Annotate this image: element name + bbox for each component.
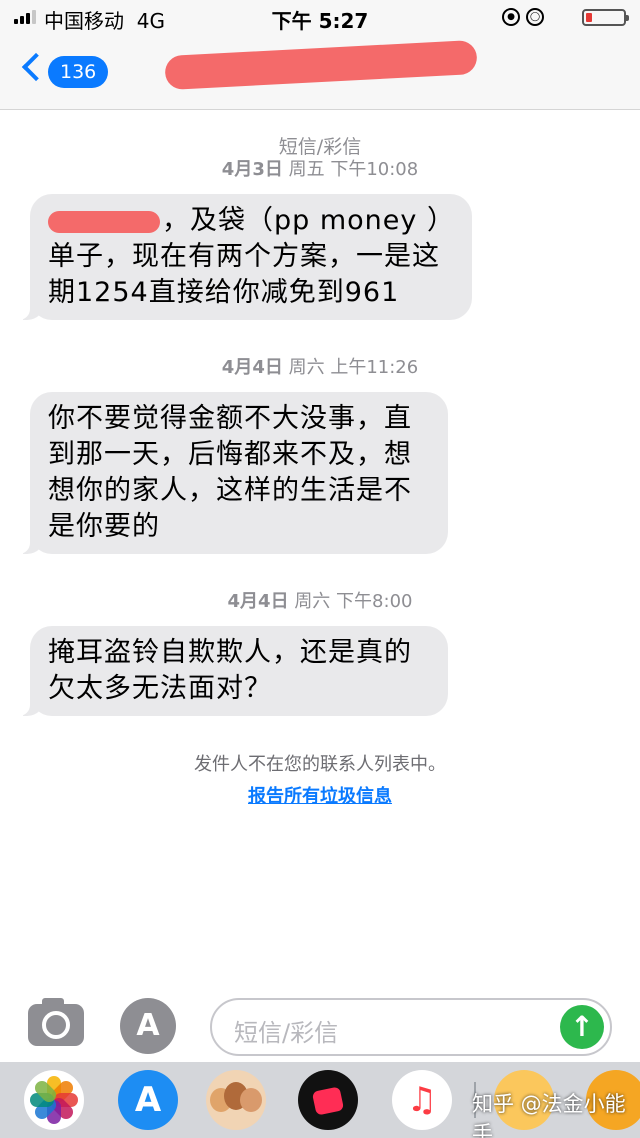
not-in-contacts-notice: 发件人不在您的联系人列表中。 bbox=[194, 754, 446, 775]
app-store-button[interactable]: A bbox=[120, 998, 176, 1054]
camera-icon bbox=[42, 1011, 70, 1039]
redacted-contact-title[interactable] bbox=[164, 39, 478, 91]
message-text: 你不要觉得金额不大没事，直到那一天，后悔都来不及，想想你的家人，这样的生活是不是… bbox=[48, 403, 412, 542]
nav-bar: 136 bbox=[0, 34, 640, 110]
message-input[interactable]: 短信/彩信 ↑ bbox=[210, 998, 612, 1056]
memoji-icon[interactable] bbox=[206, 1070, 266, 1130]
digital-touch-icon[interactable] bbox=[298, 1070, 358, 1130]
message-timestamp: 4月4日 周六 下午8:00 bbox=[227, 591, 413, 612]
app-store-icon[interactable]: A bbox=[118, 1070, 178, 1130]
battery-icon bbox=[582, 9, 629, 26]
compose-bar: A 短信/彩信 ↑ bbox=[0, 992, 640, 1062]
message-input-placeholder: 短信/彩信 bbox=[234, 1019, 339, 1047]
back-chevron-icon[interactable] bbox=[21, 52, 51, 82]
message-bubble[interactable]: ，及袋（pp money ）单子，现在有两个方案，一是这期1254直接给你减免到… bbox=[19, 194, 472, 320]
app-store-icon: A bbox=[136, 1008, 160, 1043]
message-bubble[interactable]: 你不要觉得金额不大没事，直到那一天，后悔都来不及，想想你的家人，这样的生活是不是… bbox=[19, 392, 448, 554]
status-bar: 中国移动 4G 下午 5:27 ● ◯ bbox=[0, 0, 640, 34]
orientation-lock-icon: ● bbox=[502, 8, 520, 26]
music-icon[interactable]: ♫ bbox=[392, 1070, 452, 1130]
alarm-icon: ◯ bbox=[526, 8, 544, 26]
message-text: 掩耳盗铃自欺欺人，还是真的欠太多无法面对？ bbox=[48, 637, 412, 704]
message-timestamp: 4月3日 周五 下午10:08 bbox=[221, 159, 419, 180]
watermark: 知乎 @法金小能手 bbox=[472, 1092, 626, 1138]
send-button[interactable]: ↑ bbox=[560, 1005, 604, 1049]
camera-button[interactable] bbox=[28, 998, 84, 1046]
status-time: 下午 5:27 bbox=[271, 9, 369, 33]
message-bubble[interactable]: 掩耳盗铃自欺欺人，还是真的欠太多无法面对？ bbox=[19, 626, 448, 716]
arrow-up-icon: ↑ bbox=[570, 1010, 594, 1043]
photos-icon[interactable] bbox=[24, 1070, 84, 1130]
redacted-name bbox=[48, 210, 160, 233]
message-timestamp: 4月4日 周六 上午11:26 bbox=[221, 357, 419, 378]
back-button[interactable]: 136 bbox=[48, 56, 109, 88]
report-junk-link[interactable]: 报告所有垃圾信息 bbox=[0, 782, 640, 808]
